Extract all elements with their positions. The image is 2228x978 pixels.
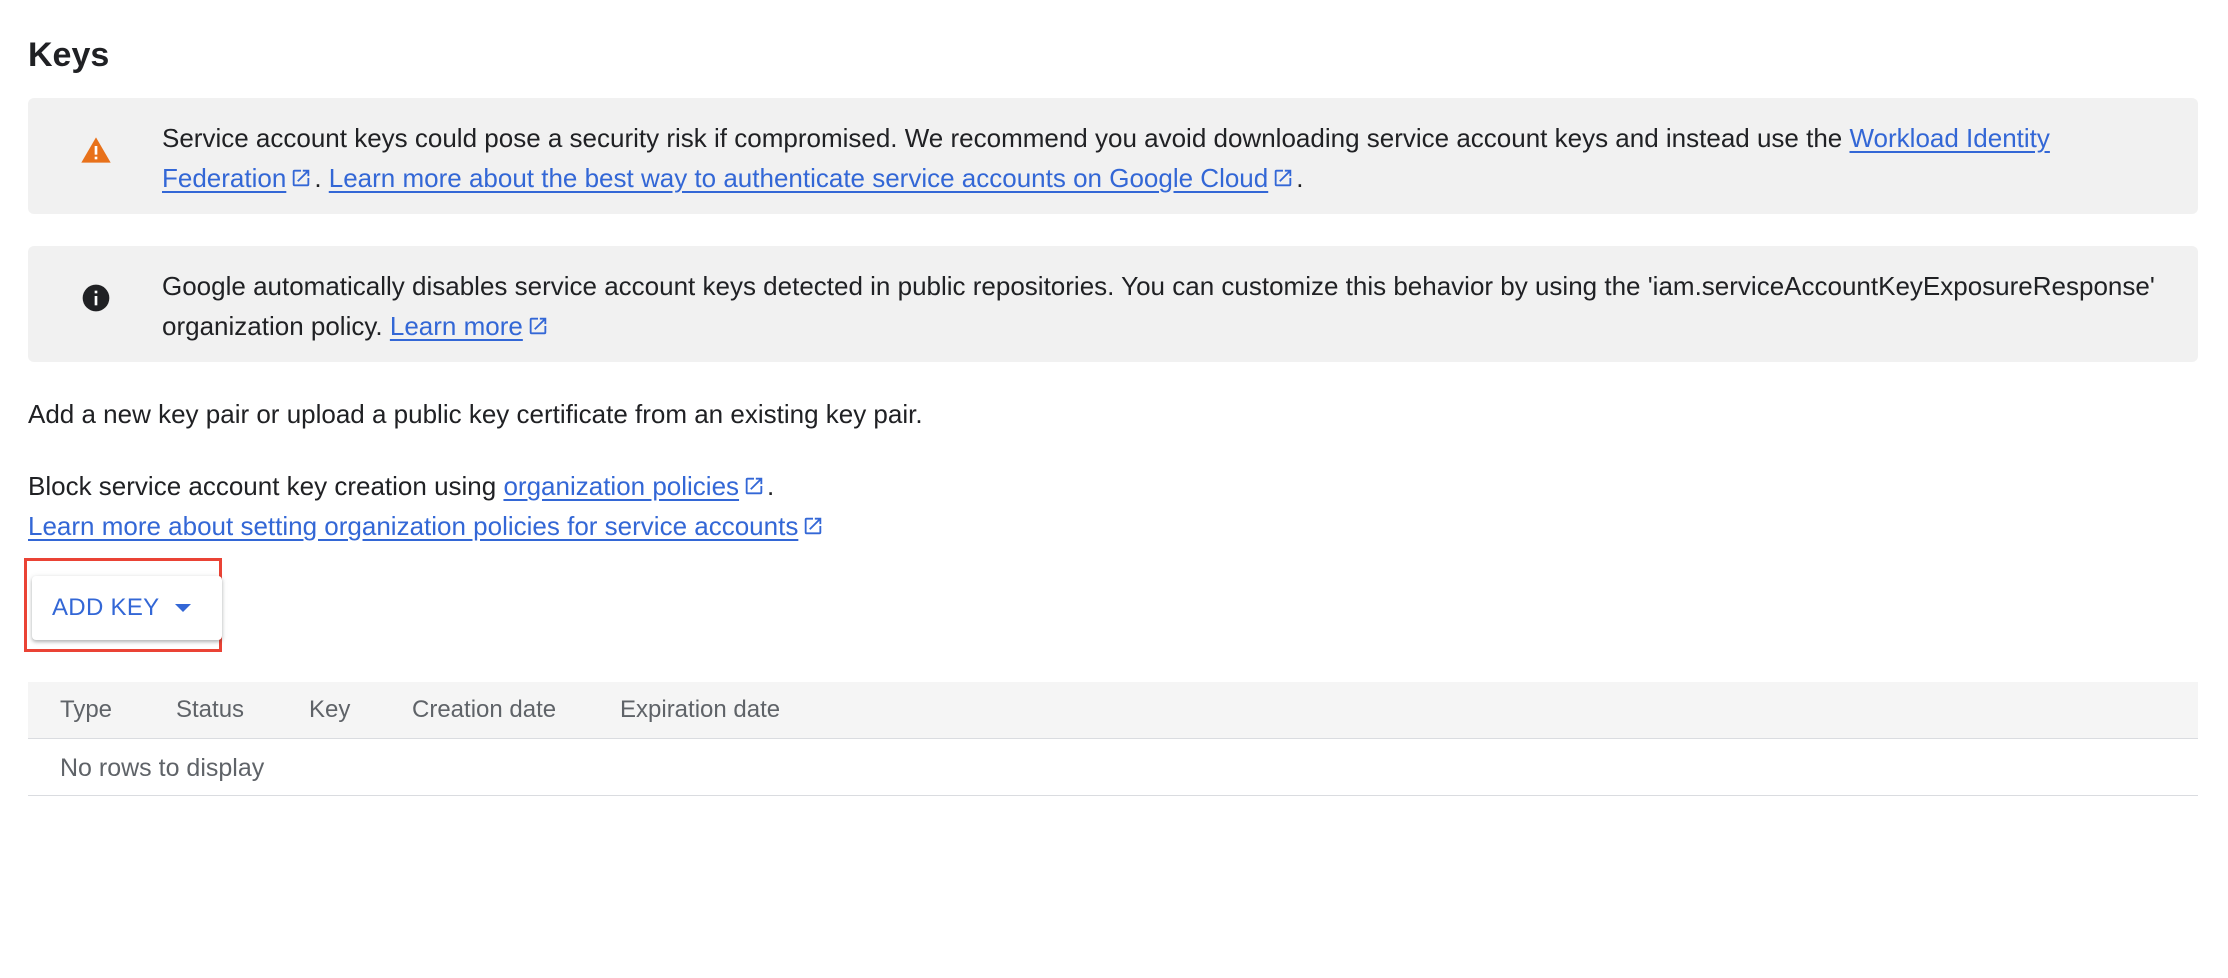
empty-message: No rows to display [60,754,265,782]
info-icon [80,282,112,314]
learn-more-org-policies-link-label: Learn more about setting organization po… [28,511,799,541]
block-text: Block service account key creation using [28,471,504,501]
column-header-expiration-date[interactable]: Expiration date [620,682,780,738]
keys-table: Type Status Key Creation date Expiration… [28,682,2198,796]
add-key-button-label: ADD KEY [52,594,160,621]
table-header: Type Status Key Creation date Expiration… [28,682,2198,739]
column-header-status[interactable]: Status [176,682,244,738]
external-link-icon [290,160,312,187]
external-link-icon [527,308,549,335]
key-exposure-info-banner: Google automatically disables service ac… [28,246,2198,362]
chevron-down-icon [175,604,192,612]
column-header-creation-date[interactable]: Creation date [412,682,556,738]
block-key-creation-text: Block service account key creation using… [28,466,774,506]
info-banner-text: Google automatically disables service ac… [162,266,2172,346]
external-link-icon [1272,160,1294,187]
table-empty-row: No rows to display [28,739,2198,796]
organization-policies-link[interactable]: organization policies [503,471,739,501]
warning-separator: . [314,163,329,193]
page-title: Keys [28,36,110,74]
add-key-button[interactable]: ADD KEY [32,576,222,640]
org-policies-learn-more: Learn more about setting organization po… [28,506,826,546]
organization-policies-link-label: organization policies [503,471,740,501]
authenticate-service-accounts-link[interactable]: Learn more about the best way to authent… [329,163,1268,193]
column-header-type[interactable]: Type [60,682,112,738]
warning-banner-text: Service account keys could pose a securi… [162,118,2172,198]
warning-text: Service account keys could pose a securi… [162,123,1850,153]
block-text-end: . [767,471,775,501]
authenticate-service-accounts-link-label: Learn more about the best way to authent… [328,163,1269,193]
external-link-icon [743,468,765,495]
security-warning-banner: Service account keys could pose a securi… [28,98,2198,214]
learn-more-org-policies-link[interactable]: Learn more about setting organization po… [28,511,798,541]
add-key-description: Add a new key pair or upload a public ke… [28,399,923,429]
learn-more-link-label: Learn more [389,311,523,341]
warning-text-end: . [1296,163,1304,193]
learn-more-link[interactable]: Learn more [390,311,523,341]
warning-icon [80,134,112,166]
column-header-key[interactable]: Key [309,682,350,738]
external-link-icon [802,508,824,535]
